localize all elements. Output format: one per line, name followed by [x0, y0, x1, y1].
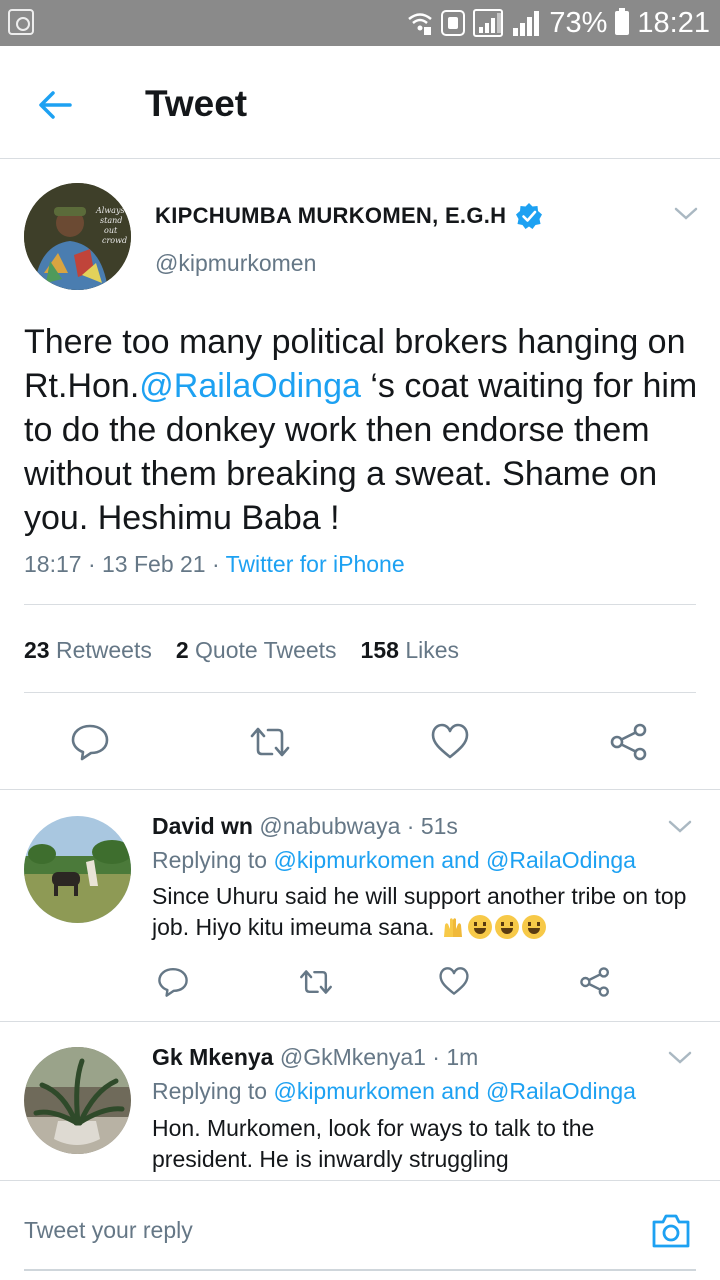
retweet-icon[interactable]	[248, 724, 292, 760]
raising-hands-emoji-icon	[443, 918, 462, 937]
arrow-left-icon[interactable]	[32, 82, 78, 128]
avatar[interactable]: Always stand out crowd	[24, 183, 131, 290]
chevron-down-icon[interactable]	[667, 1049, 693, 1067]
replying-to-link[interactable]: @kipmurkomen and @RailaOdinga	[273, 847, 635, 873]
verified-badge-icon	[516, 203, 542, 229]
reply-age: 51s	[420, 813, 458, 839]
reply-author-name[interactable]: David wn	[152, 813, 253, 839]
reply-compose-bar: Tweet your reply	[0, 1180, 720, 1280]
reply-input[interactable]: Tweet your reply	[24, 1217, 193, 1244]
tweet-source-link[interactable]: Twitter for iPhone	[226, 551, 405, 577]
share-icon[interactable]	[609, 722, 649, 762]
retweets-count: 23	[24, 637, 50, 663]
quotes-label: Quote Tweets	[195, 637, 337, 663]
replying-prefix: Replying to	[152, 847, 268, 873]
divider	[0, 789, 720, 790]
reply-icon[interactable]	[70, 722, 110, 762]
svg-text:crowd: crowd	[102, 236, 127, 245]
battery-icon	[615, 8, 630, 35]
input-underline	[24, 1269, 696, 1271]
quotes-stat[interactable]: 2 Quote Tweets	[176, 637, 337, 664]
divider	[24, 604, 696, 605]
tweet-text: There too many political brokers hanging…	[24, 320, 704, 540]
replying-to: Replying to @kipmurkomen and @RailaOding…	[152, 1078, 636, 1105]
author-name[interactable]: KIPCHUMBA MURKOMEN, E.G.H	[155, 203, 506, 229]
retweets-stat[interactable]: 23 Retweets	[24, 637, 152, 664]
battery-percent: 73%	[549, 6, 608, 39]
reply-text: Since Uhuru said he will support another…	[152, 881, 692, 943]
reply-header: Gk Mkenya @GkMkenya1 · 1m	[152, 1044, 479, 1070]
svg-text:Always: Always	[95, 206, 125, 215]
avatar[interactable]	[24, 1047, 131, 1154]
reply-age: 1m	[446, 1044, 479, 1070]
tweet-date: 13 Feb 21	[102, 551, 206, 577]
retweet-icon[interactable]	[298, 967, 334, 997]
signal-bars-icon	[511, 10, 541, 36]
page-title: Tweet	[145, 83, 248, 124]
chevron-down-icon[interactable]	[673, 205, 699, 223]
replying-to-link[interactable]: @kipmurkomen and @RailaOdinga	[273, 1078, 635, 1104]
reply-text-content: Since Uhuru said he will support another…	[152, 883, 687, 940]
divider	[24, 692, 696, 693]
replying-to: Replying to @kipmurkomen and @RailaOding…	[152, 847, 636, 874]
tweet-meta: 18:17 · 13 Feb 21 · Twitter for iPhone	[24, 551, 405, 577]
author-handle[interactable]: @kipmurkomen	[155, 250, 316, 277]
status-icons: 73% 18:21	[407, 6, 710, 40]
avatar-image: Always stand out crowd	[24, 183, 131, 290]
reply-author-name[interactable]: Gk Mkenya	[152, 1044, 273, 1070]
chevron-down-icon[interactable]	[667, 818, 693, 836]
clock: 18:21	[637, 6, 710, 39]
tweet-time: 18:17	[24, 551, 82, 577]
divider	[0, 1021, 720, 1022]
avatar-image	[24, 816, 131, 923]
like-icon[interactable]	[430, 722, 470, 760]
reply-icon[interactable]	[157, 966, 189, 998]
svg-text:stand: stand	[100, 216, 122, 225]
reply-handle[interactable]: @GkMkenya1	[280, 1044, 426, 1070]
signal-icon	[473, 9, 504, 37]
reply-text: Hon. Murkomen, look for ways to talk to …	[152, 1115, 595, 1172]
status-bar: 73% 18:21	[0, 0, 720, 46]
likes-label: Likes	[405, 637, 460, 663]
quotes-count: 2	[175, 637, 189, 663]
svg-text:out: out	[104, 226, 118, 235]
replying-prefix: Replying to	[152, 1078, 268, 1104]
retweets-label: Retweets	[55, 637, 152, 663]
likes-stat[interactable]: 158 Likes	[361, 637, 459, 664]
camera-icon[interactable]	[650, 1211, 692, 1251]
app-header: Tweet	[0, 46, 720, 159]
tweet-stats: 23 Retweets 2 Quote Tweets 158 Likes	[24, 637, 459, 664]
mention-link[interactable]: @RailaOdinga	[139, 367, 361, 405]
grinning-face-emoji-icon	[494, 915, 519, 939]
call-icon	[441, 10, 466, 36]
share-icon[interactable]	[579, 966, 611, 998]
recycle-icon	[8, 9, 34, 35]
grinning-face-emoji-icon	[467, 915, 492, 939]
reply-header: David wn @nabubwaya · 51s	[152, 813, 458, 839]
like-icon[interactable]	[438, 966, 470, 996]
avatar[interactable]	[24, 816, 131, 923]
likes-count: 158	[360, 637, 399, 663]
grinning-face-emoji-icon	[521, 915, 546, 939]
reply-handle[interactable]: @nabubwaya	[259, 813, 400, 839]
wifi-call-icon	[408, 13, 433, 35]
avatar-image	[24, 1047, 131, 1154]
